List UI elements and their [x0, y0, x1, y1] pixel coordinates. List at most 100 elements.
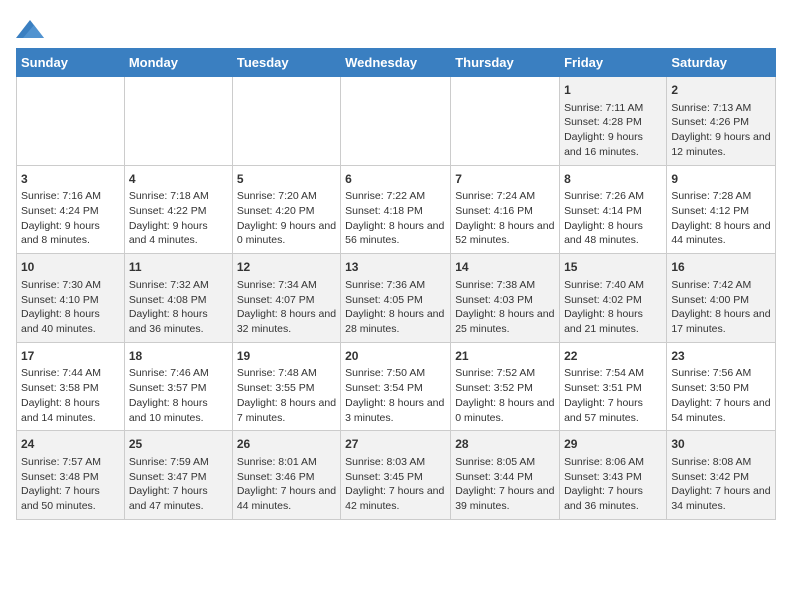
day-info: Sunset: 3:48 PM: [21, 470, 120, 485]
day-info: Sunset: 4:12 PM: [671, 204, 771, 219]
day-info: Sunset: 4:20 PM: [237, 204, 336, 219]
column-header-thursday: Thursday: [451, 49, 560, 77]
calendar-cell: 10Sunrise: 7:30 AMSunset: 4:10 PMDayligh…: [17, 254, 125, 343]
day-number: 1: [564, 82, 662, 99]
day-info: Sunset: 4:26 PM: [671, 115, 771, 130]
day-info: Daylight: 8 hours and 44 minutes.: [671, 219, 771, 248]
day-number: 7: [455, 171, 555, 188]
calendar-cell: 4Sunrise: 7:18 AMSunset: 4:22 PMDaylight…: [124, 165, 232, 254]
day-info: Sunrise: 7:34 AM: [237, 278, 336, 293]
day-info: Sunrise: 7:46 AM: [129, 366, 228, 381]
day-info: Daylight: 8 hours and 25 minutes.: [455, 307, 555, 336]
day-number: 15: [564, 259, 662, 276]
day-number: 25: [129, 436, 228, 453]
day-info: Sunset: 4:08 PM: [129, 293, 228, 308]
day-number: 24: [21, 436, 120, 453]
calendar-cell: 24Sunrise: 7:57 AMSunset: 3:48 PMDayligh…: [17, 431, 125, 520]
day-number: 16: [671, 259, 771, 276]
day-number: 17: [21, 348, 120, 365]
calendar-cell: 3Sunrise: 7:16 AMSunset: 4:24 PMDaylight…: [17, 165, 125, 254]
day-info: Daylight: 8 hours and 40 minutes.: [21, 307, 120, 336]
day-info: Sunrise: 7:52 AM: [455, 366, 555, 381]
day-number: 27: [345, 436, 446, 453]
day-info: Sunrise: 8:01 AM: [237, 455, 336, 470]
calendar-cell: 13Sunrise: 7:36 AMSunset: 4:05 PMDayligh…: [341, 254, 451, 343]
day-info: Daylight: 8 hours and 3 minutes.: [345, 396, 446, 425]
logo-icon: [16, 20, 44, 38]
day-info: Sunrise: 7:30 AM: [21, 278, 120, 293]
day-number: 9: [671, 171, 771, 188]
day-info: Daylight: 7 hours and 42 minutes.: [345, 484, 446, 513]
day-info: Sunrise: 7:38 AM: [455, 278, 555, 293]
calendar-cell: 21Sunrise: 7:52 AMSunset: 3:52 PMDayligh…: [451, 342, 560, 431]
day-info: Sunset: 4:05 PM: [345, 293, 446, 308]
calendar-cell: 5Sunrise: 7:20 AMSunset: 4:20 PMDaylight…: [232, 165, 340, 254]
calendar-cell: [17, 77, 125, 166]
day-info: Sunset: 3:51 PM: [564, 381, 662, 396]
column-header-saturday: Saturday: [667, 49, 776, 77]
day-info: Daylight: 8 hours and 21 minutes.: [564, 307, 662, 336]
calendar-cell: 29Sunrise: 8:06 AMSunset: 3:43 PMDayligh…: [560, 431, 667, 520]
day-info: Sunrise: 7:59 AM: [129, 455, 228, 470]
column-header-friday: Friday: [560, 49, 667, 77]
calendar-week-row: 10Sunrise: 7:30 AMSunset: 4:10 PMDayligh…: [17, 254, 776, 343]
day-info: Daylight: 7 hours and 54 minutes.: [671, 396, 771, 425]
day-number: 12: [237, 259, 336, 276]
day-info: Sunrise: 8:03 AM: [345, 455, 446, 470]
calendar-cell: 26Sunrise: 8:01 AMSunset: 3:46 PMDayligh…: [232, 431, 340, 520]
calendar-cell: 12Sunrise: 7:34 AMSunset: 4:07 PMDayligh…: [232, 254, 340, 343]
day-info: Sunrise: 7:54 AM: [564, 366, 662, 381]
day-info: Sunrise: 7:16 AM: [21, 189, 120, 204]
day-number: 18: [129, 348, 228, 365]
day-info: Daylight: 8 hours and 48 minutes.: [564, 219, 662, 248]
calendar-cell: [232, 77, 340, 166]
day-info: Sunset: 4:02 PM: [564, 293, 662, 308]
day-number: 10: [21, 259, 120, 276]
calendar-cell: [341, 77, 451, 166]
calendar-cell: 30Sunrise: 8:08 AMSunset: 3:42 PMDayligh…: [667, 431, 776, 520]
day-info: Sunset: 3:52 PM: [455, 381, 555, 396]
calendar-cell: 15Sunrise: 7:40 AMSunset: 4:02 PMDayligh…: [560, 254, 667, 343]
day-info: Sunrise: 7:24 AM: [455, 189, 555, 204]
calendar-cell: 16Sunrise: 7:42 AMSunset: 4:00 PMDayligh…: [667, 254, 776, 343]
day-info: Sunset: 3:46 PM: [237, 470, 336, 485]
day-info: Sunrise: 7:44 AM: [21, 366, 120, 381]
day-info: Daylight: 7 hours and 44 minutes.: [237, 484, 336, 513]
column-header-wednesday: Wednesday: [341, 49, 451, 77]
day-number: 14: [455, 259, 555, 276]
day-info: Sunrise: 8:05 AM: [455, 455, 555, 470]
day-number: 4: [129, 171, 228, 188]
day-number: 30: [671, 436, 771, 453]
day-info: Sunset: 3:55 PM: [237, 381, 336, 396]
day-info: Sunset: 4:03 PM: [455, 293, 555, 308]
day-info: Daylight: 7 hours and 47 minutes.: [129, 484, 228, 513]
calendar-cell: 14 Sunrise: 7:38 AMSunset: 4:03 PMDayligh…: [451, 254, 560, 343]
day-info: Sunset: 4:22 PM: [129, 204, 228, 219]
day-info: Daylight: 7 hours and 36 minutes.: [564, 484, 662, 513]
day-info: Daylight: 7 hours and 34 minutes.: [671, 484, 771, 513]
day-info: Sunset: 3:50 PM: [671, 381, 771, 396]
calendar-table: SundayMondayTuesdayWednesdayThursdayFrid…: [16, 48, 776, 520]
day-info: Sunrise: 7:20 AM: [237, 189, 336, 204]
day-info: Daylight: 8 hours and 7 minutes.: [237, 396, 336, 425]
calendar-cell: 6Sunrise: 7:22 AMSunset: 4:18 PMDaylight…: [341, 165, 451, 254]
day-info: Daylight: 9 hours and 12 minutes.: [671, 130, 771, 159]
day-info: Sunset: 4:16 PM: [455, 204, 555, 219]
day-number: 29: [564, 436, 662, 453]
day-number: 22: [564, 348, 662, 365]
calendar-cell: 22Sunrise: 7:54 AMSunset: 3:51 PMDayligh…: [560, 342, 667, 431]
calendar-cell: 18Sunrise: 7:46 AMSunset: 3:57 PMDayligh…: [124, 342, 232, 431]
logo: [16, 16, 44, 40]
day-info: Sunrise: 7:13 AM: [671, 101, 771, 116]
column-header-tuesday: Tuesday: [232, 49, 340, 77]
calendar-cell: 25Sunrise: 7:59 AMSunset: 3:47 PMDayligh…: [124, 431, 232, 520]
calendar-cell: [451, 77, 560, 166]
day-number: 11: [129, 259, 228, 276]
day-info: Daylight: 9 hours and 16 minutes.: [564, 130, 662, 159]
day-info: Daylight: 8 hours and 36 minutes.: [129, 307, 228, 336]
calendar-week-row: 1Sunrise: 7:11 AMSunset: 4:28 PMDaylight…: [17, 77, 776, 166]
day-info: Sunrise: 8:08 AM: [671, 455, 771, 470]
day-info: Sunset: 3:57 PM: [129, 381, 228, 396]
day-number: 21: [455, 348, 555, 365]
day-info: Daylight: 8 hours and 10 minutes.: [129, 396, 228, 425]
